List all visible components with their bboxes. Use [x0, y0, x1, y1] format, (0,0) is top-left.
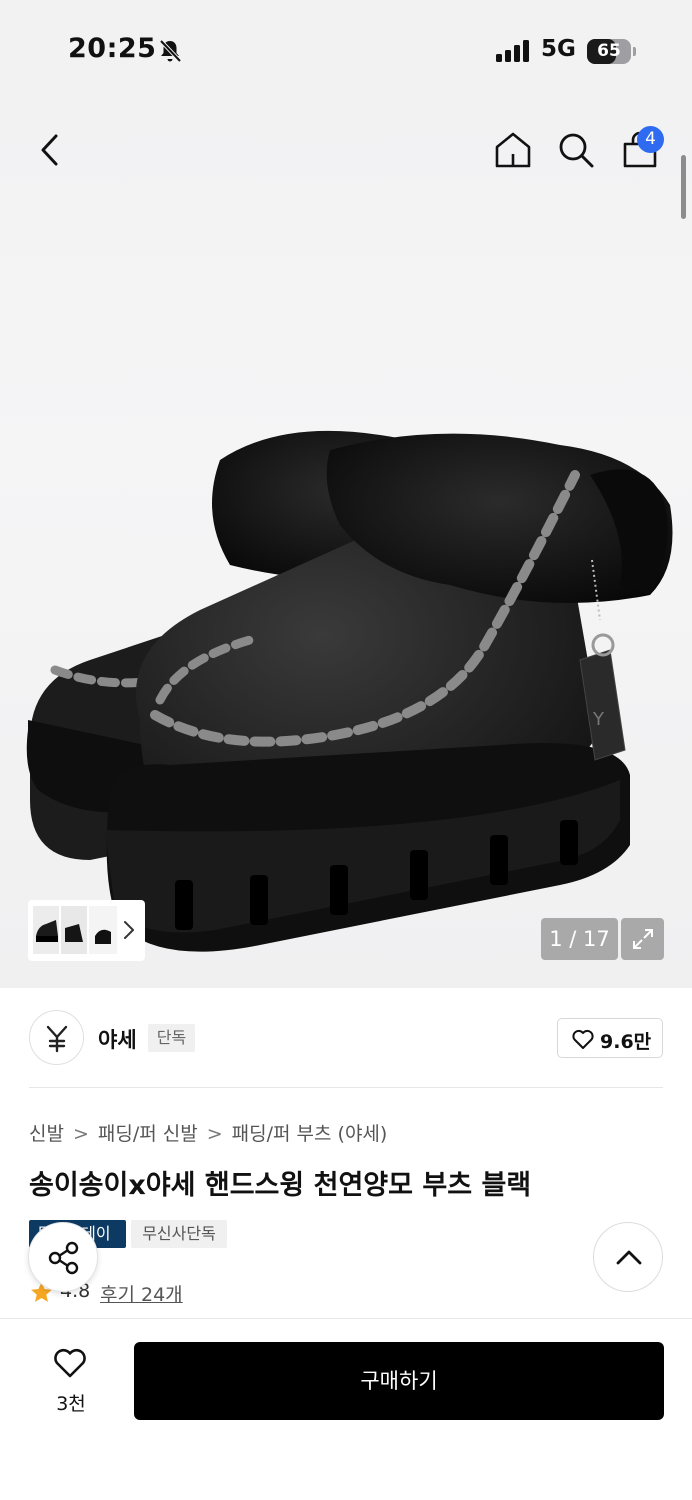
image-counter: 1 / 17 — [541, 918, 618, 960]
exclusive-product-tag: 무신사단독 — [131, 1220, 227, 1248]
brand-like-button[interactable]: 9.6만 — [557, 1018, 663, 1058]
brand-logo-mark — [46, 1025, 68, 1053]
exclusive-tag: 단독 — [148, 1024, 195, 1052]
breadcrumb-item[interactable]: 신발 — [29, 1119, 64, 1146]
bell-slash-icon — [159, 39, 182, 63]
battery-tip — [633, 47, 636, 56]
chevron-right-icon[interactable] — [122, 918, 136, 942]
svg-text:Y: Y — [592, 709, 605, 730]
back-icon[interactable] — [34, 130, 68, 170]
share-button[interactable] — [28, 1222, 98, 1292]
heart-icon — [572, 1029, 594, 1049]
brand-row: 야세 단독 9.6만 — [0, 988, 692, 1088]
brand-name[interactable]: 야세 — [98, 1024, 137, 1054]
battery-level: 65 — [597, 41, 621, 61]
thumbnail-2[interactable] — [61, 906, 87, 954]
cart-count-badge: 4 — [637, 126, 664, 153]
network-label: 5G — [541, 36, 576, 62]
product-image[interactable]: Y — [0, 100, 692, 988]
breadcrumb-separator: > — [72, 1123, 89, 1145]
review-link[interactable]: 후기 24개 — [100, 1280, 183, 1307]
bottom-action-bar: 3천 구매하기 — [0, 1318, 692, 1500]
wishlist-count: 3천 — [56, 1393, 86, 1415]
top-nav — [0, 100, 692, 200]
battery-icon: 65 — [587, 39, 631, 64]
search-icon[interactable] — [556, 130, 596, 170]
status-time: 20:25 — [68, 33, 157, 64]
brand-like-count: 9.6만 — [600, 1031, 652, 1053]
wishlist-button[interactable]: 3천 — [36, 1341, 106, 1421]
share-icon — [48, 1241, 79, 1275]
scroll-to-top-button[interactable] — [593, 1222, 663, 1292]
expand-icon — [633, 929, 653, 949]
status-bar: 20:25 5G 65 — [0, 0, 692, 100]
product-photo-boots: Y — [26, 430, 673, 952]
thumbnail-1[interactable] — [33, 906, 59, 954]
buy-button[interactable]: 구매하기 — [134, 1342, 664, 1420]
signal-icon — [496, 40, 529, 62]
home-icon[interactable] — [493, 130, 533, 170]
product-title: 송이송이x야세 핸드스윙 천연양모 부츠 블랙 — [29, 1170, 532, 1201]
chevron-up-icon — [616, 1250, 642, 1265]
divider — [29, 1087, 663, 1088]
brand-logo[interactable] — [29, 1010, 84, 1065]
breadcrumb-separator: > — [206, 1123, 223, 1145]
scrollbar[interactable] — [681, 155, 686, 219]
breadcrumb-item[interactable]: 패딩/퍼 신발 — [98, 1119, 198, 1146]
breadcrumb-item[interactable]: 패딩/퍼 부츠 (야세) — [232, 1119, 388, 1146]
thumbnail-3[interactable] — [89, 906, 117, 954]
thumbnail-strip[interactable] — [28, 900, 145, 961]
breadcrumb: 신발 > 패딩/퍼 신발 > 패딩/퍼 부츠 (야세) — [29, 1119, 387, 1146]
heart-icon — [54, 1348, 86, 1378]
expand-button[interactable] — [621, 918, 664, 960]
